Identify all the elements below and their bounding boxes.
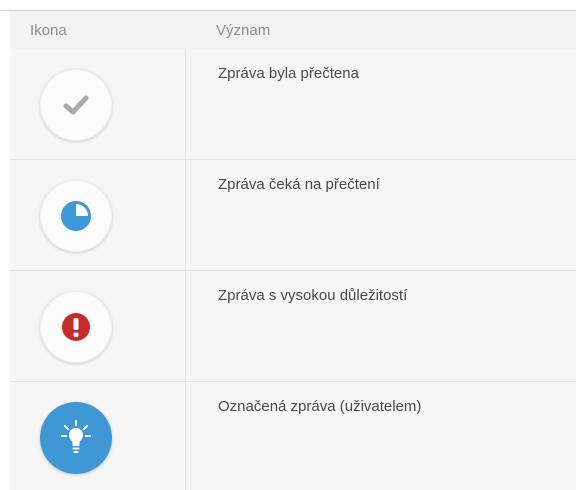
page: Ikona Význam Zpráva byla přečtena Zpráva… (0, 0, 576, 490)
pie-clock-icon (40, 180, 112, 252)
table-header: Ikona Význam (10, 11, 576, 49)
table-row: Zpráva s vysokou důležitostí (10, 271, 576, 382)
table-row: Zpráva čeká na přečtení (10, 160, 576, 271)
exclamation-icon (40, 291, 112, 363)
icon-legend-table: Ikona Význam Zpráva byla přečtena Zpráva… (10, 11, 576, 490)
table-row: Zpráva byla přečtena (10, 49, 576, 160)
icon-cell (10, 49, 186, 159)
lightbulb-icon (40, 402, 112, 474)
table-row: Označená zpráva (uživatelem) (10, 382, 576, 490)
header-meaning-column: Význam (216, 21, 271, 39)
meaning-cell: Označená zpráva (uživatelem) (218, 398, 422, 415)
checkmark-icon (40, 69, 112, 141)
meaning-cell: Zpráva s vysokou důležitostí (218, 287, 408, 304)
icon-cell (10, 160, 186, 270)
header-icon-column: Ikona (30, 21, 67, 39)
icon-cell (10, 271, 186, 381)
meaning-cell: Zpráva čeká na přečtení (218, 176, 380, 193)
meaning-cell: Zpráva byla přečtena (218, 65, 359, 82)
icon-cell (10, 382, 186, 490)
